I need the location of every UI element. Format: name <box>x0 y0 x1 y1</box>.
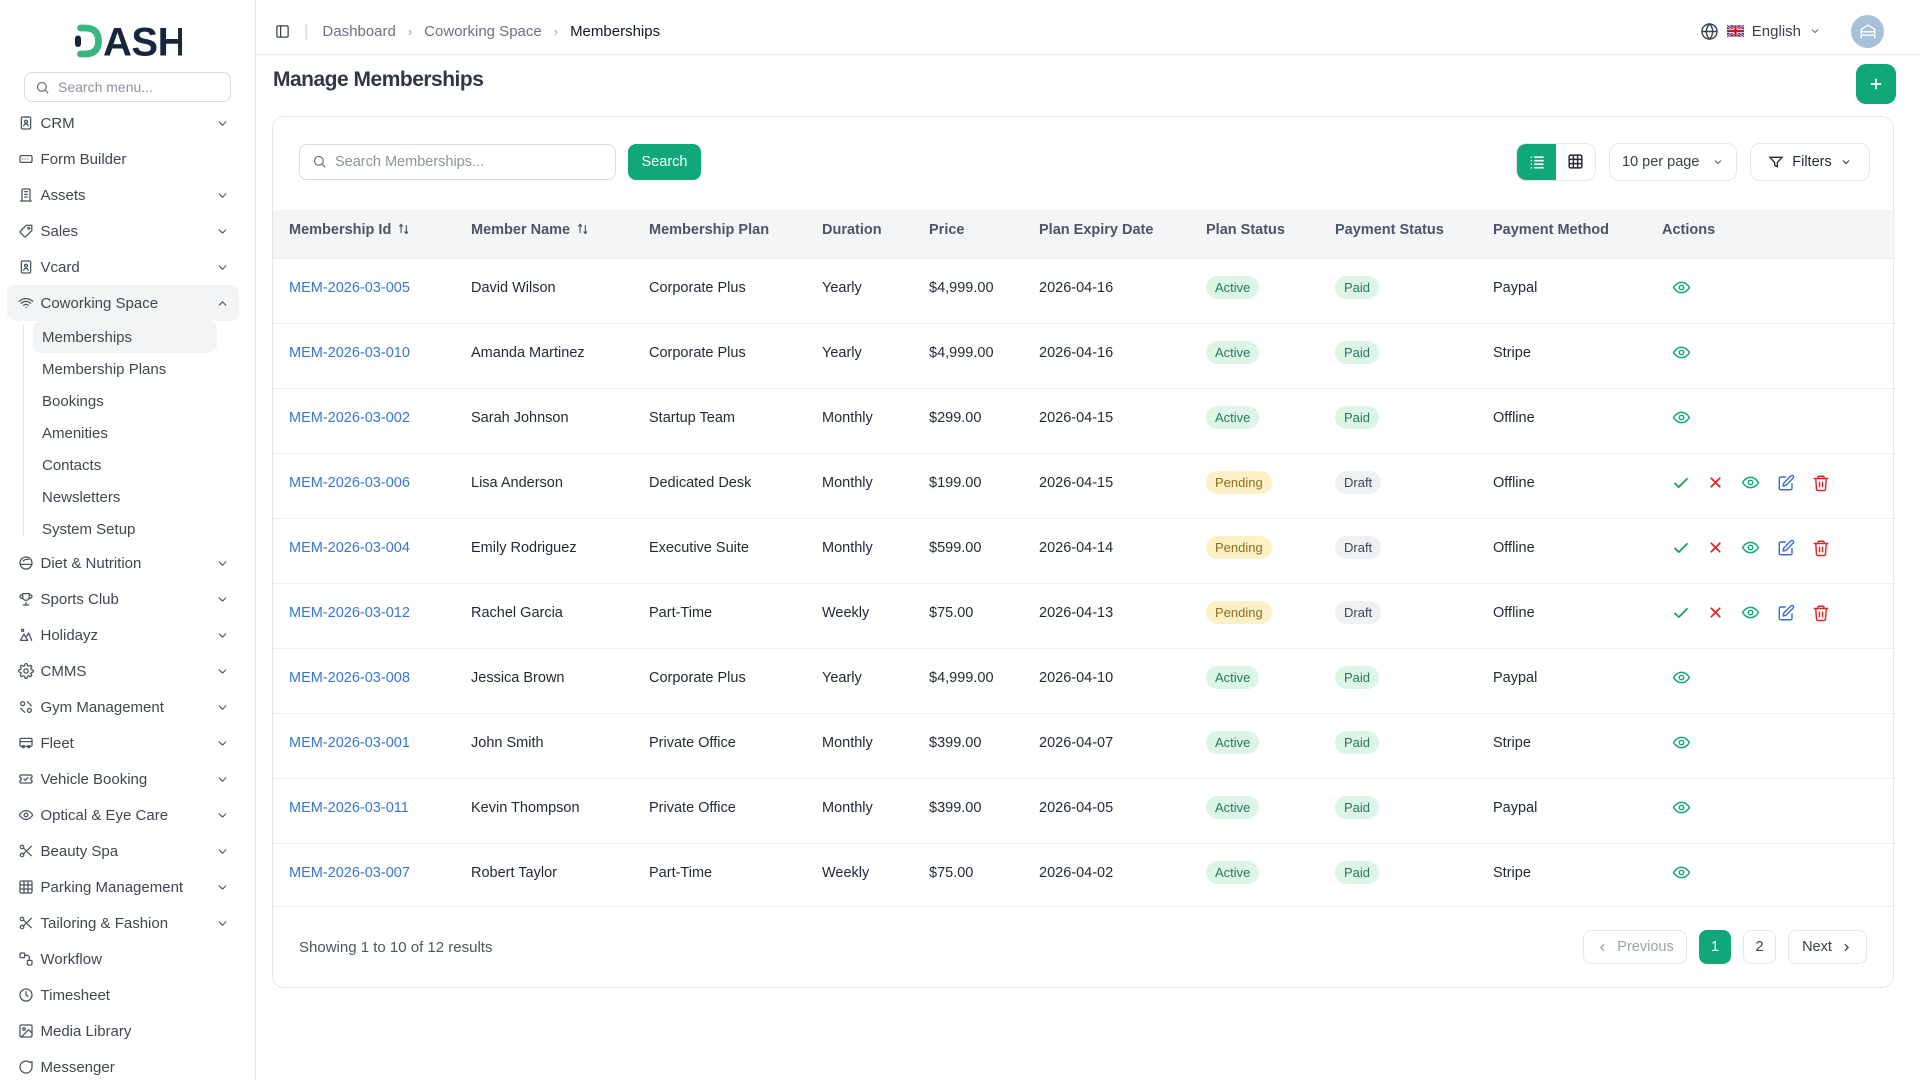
svg-text:ASH: ASH <box>103 21 182 65</box>
